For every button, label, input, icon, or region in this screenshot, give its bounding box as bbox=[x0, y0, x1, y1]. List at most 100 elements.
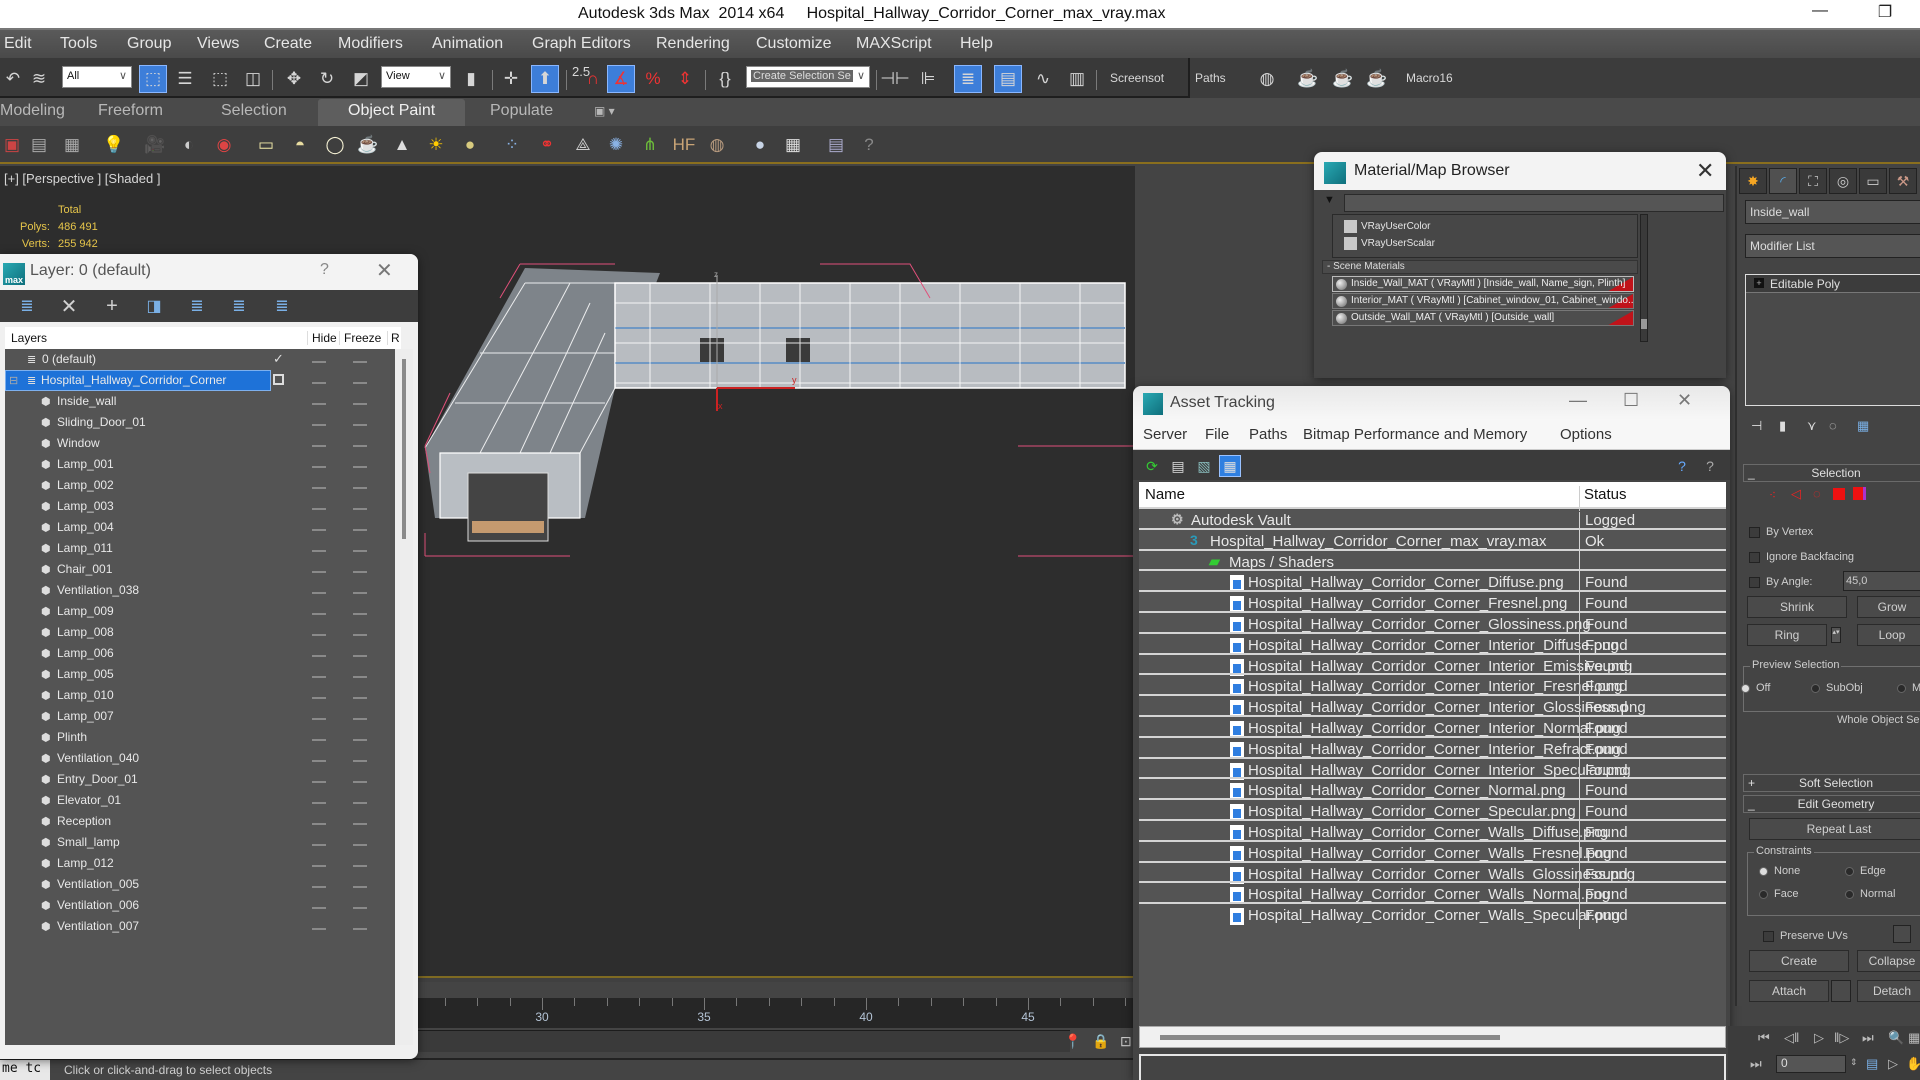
layer-object-row[interactable]: ⬢ Chair_001 bbox=[5, 559, 395, 580]
material-editor-icon[interactable]: ◍ bbox=[1254, 66, 1280, 92]
freeze-toggle[interactable] bbox=[353, 655, 367, 657]
vray-spot-icon[interactable]: ▲ bbox=[390, 133, 414, 157]
previous-frame-icon[interactable]: ◁‖ bbox=[1784, 1030, 1799, 1046]
hide-toggle[interactable] bbox=[312, 592, 326, 594]
layer-object-row[interactable]: ⬢ Elevator_01 bbox=[5, 790, 395, 811]
close-button[interactable]: ✕ bbox=[1696, 158, 1714, 184]
layer-object-row[interactable]: ⬢ Reception bbox=[5, 811, 395, 832]
tab-freeform[interactable]: Freeform bbox=[98, 102, 163, 120]
tab-object-paint[interactable]: Object Paint bbox=[318, 99, 466, 126]
menu-modifiers[interactable]: Modifiers bbox=[338, 35, 403, 53]
freeze-toggle[interactable] bbox=[353, 592, 367, 594]
layer-list-scrollbar[interactable] bbox=[395, 349, 413, 1045]
vray-dome-light-icon[interactable]: ◓ bbox=[288, 133, 312, 157]
soft-selection-rollout-header[interactable]: + Soft Selection bbox=[1743, 774, 1920, 792]
hide-toggle[interactable] bbox=[312, 886, 326, 888]
grow-button[interactable]: Grow bbox=[1857, 596, 1920, 618]
preserve-uvs-checkbox[interactable]: Preserve UVs bbox=[1763, 930, 1848, 942]
material-browser-titlebar[interactable]: Material/Map Browser ✕ bbox=[1314, 152, 1726, 190]
scrollbar-thumb[interactable] bbox=[1160, 1035, 1500, 1040]
freeze-toggle[interactable] bbox=[353, 823, 367, 825]
by-angle-checkbox[interactable]: By Angle: bbox=[1749, 576, 1812, 588]
menu-bitmap-performance[interactable]: Bitmap Performance and Memory bbox=[1303, 426, 1527, 443]
constraint-face-radio[interactable]: Face bbox=[1759, 888, 1798, 900]
freeze-toggle[interactable] bbox=[353, 613, 367, 615]
select-manipulate-icon[interactable]: ✛ bbox=[498, 66, 524, 92]
vray-light-plane-icon[interactable]: ▭ bbox=[254, 133, 278, 157]
layer-object-row[interactable]: ⬢ Lamp_009 bbox=[5, 601, 395, 622]
angle-spinner[interactable]: 45,0 bbox=[1843, 571, 1920, 591]
freeze-toggle[interactable] bbox=[353, 466, 367, 468]
light-lister-icon[interactable]: 💡 bbox=[102, 133, 126, 157]
edge-mode-icon[interactable]: ◁ bbox=[1791, 486, 1801, 502]
hide-toggle[interactable] bbox=[312, 487, 326, 489]
attach-list-button[interactable] bbox=[1831, 980, 1851, 1002]
vertex-mode-icon[interactable]: ⁖ bbox=[1769, 488, 1776, 502]
layer-object-row[interactable]: ⬢ Ventilation_006 bbox=[5, 895, 395, 916]
vray-proxy-icon[interactable]: ⁘ bbox=[500, 133, 524, 157]
spinner-snap-icon[interactable]: ⇕ bbox=[672, 66, 698, 92]
vray-displacement-icon[interactable]: ◍ bbox=[705, 133, 729, 157]
constraint-none-radio[interactable]: None bbox=[1759, 865, 1800, 877]
render-setup-icon[interactable]: ☕ bbox=[1295, 66, 1321, 92]
constraint-edge-radio[interactable]: Edge bbox=[1845, 865, 1886, 877]
select-objects-in-layer-icon[interactable]: ◨ bbox=[143, 295, 165, 317]
asset-table-hscrollbar[interactable] bbox=[1139, 1026, 1726, 1048]
scene-materials-header[interactable]: - Scene Materials bbox=[1322, 260, 1638, 274]
layer-object-row[interactable]: ⬢ Ventilation_040 bbox=[5, 748, 395, 769]
move-icon[interactable]: ✥ bbox=[281, 66, 307, 92]
hide-toggle[interactable] bbox=[312, 613, 326, 615]
zoom-extents-icon[interactable]: ▦ bbox=[1908, 1030, 1920, 1046]
motion-tab-icon[interactable]: ◎ bbox=[1829, 168, 1857, 194]
key-filter-icon[interactable]: 📍 bbox=[1064, 1033, 1081, 1050]
menu-views[interactable]: Views bbox=[197, 35, 239, 53]
configure-modifier-sets-icon[interactable]: ▦ bbox=[1857, 418, 1869, 434]
ring-spinner-icon[interactable]: ▴▾ bbox=[1831, 627, 1841, 643]
shrink-button[interactable]: Shrink bbox=[1747, 596, 1847, 618]
hospital-corridor-model[interactable]: y x z bbox=[420, 233, 1140, 573]
close-button[interactable]: ✕ bbox=[1677, 390, 1692, 411]
display-tab-icon[interactable]: ▭ bbox=[1859, 168, 1887, 194]
layer-object-row[interactable]: ⬢ Inside_wall bbox=[5, 391, 395, 412]
menu-server[interactable]: Server bbox=[1143, 426, 1187, 443]
schematic-view-icon[interactable]: ▥ bbox=[1064, 66, 1090, 92]
layer-object-row[interactable]: ⬢ Lamp_003 bbox=[5, 496, 395, 517]
camera-icon[interactable]: 🎥 bbox=[143, 133, 167, 157]
menu-paths[interactable]: Paths bbox=[1249, 426, 1287, 443]
paths-button[interactable]: Paths bbox=[1195, 71, 1226, 85]
freeze-toggle[interactable] bbox=[353, 361, 367, 363]
layer-object-row[interactable]: ⬢ Lamp_010 bbox=[5, 685, 395, 706]
layer-object-row[interactable]: ⬢ Lamp_004 bbox=[5, 517, 395, 538]
freeze-toggle[interactable] bbox=[353, 445, 367, 447]
pan-icon[interactable]: ✋ bbox=[1906, 1056, 1920, 1072]
freeze-toggle[interactable] bbox=[353, 886, 367, 888]
vray-sphere-fade-icon[interactable]: ⚭ bbox=[535, 133, 559, 157]
hide-toggle[interactable] bbox=[312, 676, 326, 678]
stack-item-editable-poly[interactable]: + Editable Poly bbox=[1746, 275, 1920, 293]
hide-toggle[interactable] bbox=[312, 928, 326, 930]
layer-object-row[interactable]: ⬢ Plinth bbox=[5, 727, 395, 748]
hierarchy-tab-icon[interactable]: ⛶ bbox=[1799, 168, 1827, 194]
tree-view-icon[interactable]: ▧ bbox=[1193, 455, 1215, 477]
tab-populate[interactable]: Populate bbox=[490, 102, 553, 120]
hide-toggle[interactable] bbox=[312, 865, 326, 867]
hide-toggle[interactable] bbox=[312, 529, 326, 531]
delete-layer-icon[interactable]: ✕ bbox=[58, 295, 80, 318]
go-to-end-icon[interactable]: ⏭ bbox=[1862, 1030, 1874, 1046]
hide-toggle[interactable] bbox=[312, 571, 326, 573]
current-layer-checkmark-icon[interactable]: ✓ bbox=[273, 351, 284, 367]
scrollbar-thumb[interactable] bbox=[1641, 319, 1647, 329]
rotate-icon[interactable]: ↻ bbox=[314, 66, 340, 92]
undo-icon[interactable]: ↶ bbox=[0, 66, 26, 92]
keyboard-shortcut-override-icon[interactable]: ⬆ bbox=[531, 65, 559, 93]
select-by-name-icon[interactable]: ☰ bbox=[172, 66, 198, 92]
freeze-toggle[interactable] bbox=[353, 424, 367, 426]
hide-toggle[interactable] bbox=[312, 508, 326, 510]
layer-row-hospital[interactable]: ⊟ ≣ Hospital_Hallway_Corridor_Corner bbox=[5, 370, 395, 391]
detach-button[interactable]: Detach bbox=[1857, 980, 1920, 1002]
table-view-icon[interactable]: ▦ bbox=[1219, 455, 1241, 477]
hide-toggle[interactable] bbox=[312, 739, 326, 741]
ignore-backfacing-checkbox[interactable]: Ignore Backfacing bbox=[1749, 551, 1854, 563]
hide-toggle[interactable] bbox=[312, 382, 326, 384]
layer-object-row[interactable]: ⬢ Lamp_005 bbox=[5, 664, 395, 685]
